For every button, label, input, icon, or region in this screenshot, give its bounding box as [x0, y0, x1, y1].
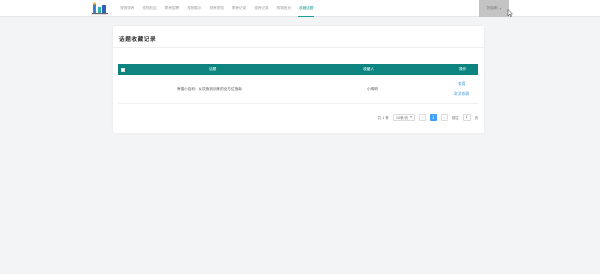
current-page-button[interactable]: 1 — [429, 113, 437, 121]
nav-item-pet-showcase[interactable]: 宠物展示 — [183, 0, 205, 17]
mouse-pointer-icon — [507, 9, 513, 17]
page-size-select[interactable]: 10条/页 ▾ — [392, 113, 415, 121]
goto-page-input[interactable]: 1 — [462, 113, 471, 121]
nav-item-pet-community[interactable]: 宠物社区 — [138, 0, 160, 17]
header-actions: 操作 — [459, 67, 467, 71]
pet-logo-icon[interactable] — [92, 2, 108, 15]
nav-item-favorite-topics[interactable]: 收藏话题 — [295, 0, 317, 17]
header-collector: 收藏人 — [363, 67, 375, 71]
favorites-table: 话题 收藏人 操作 养猫小百科：从饮食到训练的全方位指南 小明明 查看 取消收藏 — [118, 64, 478, 104]
header-topic: 话题 — [209, 67, 217, 71]
nav-item-adoption-records[interactable]: 领养记录 — [250, 0, 272, 17]
nav-item-shop-home[interactable]: 购物首页 — [273, 0, 295, 17]
nav-item-pet-adoption[interactable]: 宠物领养 — [116, 0, 138, 17]
prev-page-button[interactable]: ‹ — [418, 113, 426, 121]
nav-item-adoption-notes[interactable]: 领养须知 — [206, 0, 228, 17]
table-header: 话题 收藏人 操作 — [118, 64, 478, 75]
nav-item-foster-recruit[interactable]: 寄养招聘 — [161, 0, 183, 17]
chevron-down-icon: ▾ — [499, 6, 502, 11]
view-button[interactable]: 查看 — [458, 81, 466, 87]
cancel-favorite-button[interactable]: 取消收藏 — [454, 91, 469, 97]
table-row: 养猫小百科：从饮食到训练的全方位指南 小明明 查看 取消收藏 — [118, 75, 478, 104]
main-nav: 宠物领养 宠物社区 寄养招聘 宠物展示 领养须知 寄养记录 领养记录 购物首页 … — [116, 0, 317, 17]
nav-item-foster-records[interactable]: 寄养记录 — [228, 0, 250, 17]
topic-cell[interactable]: 养猫小百科：从饮食到训练的全方位指南 — [177, 87, 242, 92]
goto-suffix: 页 — [474, 115, 478, 120]
goto-label: 前往 — [451, 115, 459, 120]
collector-cell: 小明明 — [367, 87, 378, 91]
title-divider — [113, 47, 484, 48]
user-name: 张晓明 — [486, 6, 498, 10]
pagination: 共 1 条 10条/页 ▾ ‹ 1 › 前往 1 页 — [378, 113, 478, 121]
next-page-button[interactable]: › — [440, 113, 448, 121]
select-all-checkbox[interactable] — [121, 67, 125, 72]
page-title: 话题收藏记录 — [119, 37, 157, 43]
favorite-topics-card: 话题收藏记录 话题 收藏人 操作 养猫小百科：从饮食到训练的全方位指南 小明明 … — [113, 26, 484, 133]
chevron-down-icon: ▾ — [410, 115, 412, 119]
total-count: 共 1 条 — [377, 115, 389, 120]
user-menu[interactable]: 张晓明 ▾ — [479, 0, 509, 17]
page-size-value: 10条/页 — [395, 115, 409, 120]
